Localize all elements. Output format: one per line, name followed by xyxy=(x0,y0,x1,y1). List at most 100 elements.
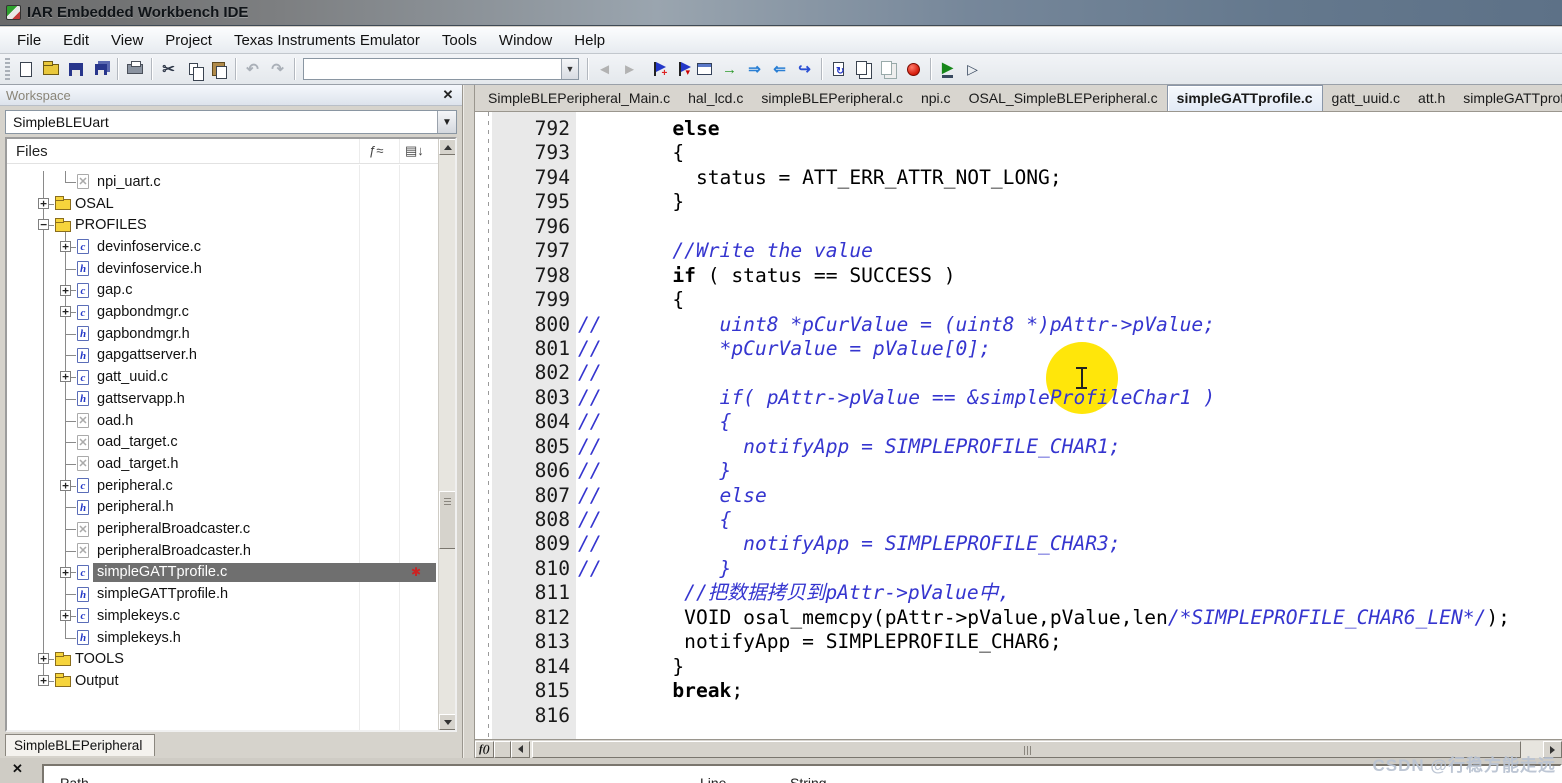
copy-button[interactable] xyxy=(181,58,206,81)
tree-item-gapgattserver-h[interactable]: h gapgattserver.h xyxy=(7,345,438,367)
file-options-icon[interactable]: ▤↓ xyxy=(405,143,424,159)
tree-item-gattservapp-h[interactable]: h gattservapp.h xyxy=(7,388,438,410)
panel-splitter[interactable] xyxy=(463,85,475,758)
next-bookmark-button[interactable] xyxy=(667,58,692,81)
cut-button[interactable]: ✂ xyxy=(156,58,181,81)
go-button[interactable]: → xyxy=(717,58,742,81)
scrollbar-thumb[interactable] xyxy=(439,491,455,549)
tree-item-oad-h[interactable]: ✕ oad.h xyxy=(7,410,438,432)
workspace-tab-simplebleperipheral[interactable]: SimpleBLEPeripheral xyxy=(5,734,156,756)
tree-item-gapbondmgr-h[interactable]: h gapbondmgr.h xyxy=(7,323,438,345)
goto-window-button[interactable] xyxy=(692,58,717,81)
combo-dropdown-icon[interactable]: ▼ xyxy=(561,59,578,79)
stop-build-button[interactable] xyxy=(901,58,926,81)
menu-item-texas-instruments-emulator[interactable]: Texas Instruments Emulator xyxy=(223,29,431,52)
find-previous-button[interactable]: ◄ xyxy=(592,58,617,81)
workspace-close-icon[interactable]: ✕ xyxy=(440,87,456,103)
tree-item-gatt-uuid-c[interactable]: + c gatt_uuid.c xyxy=(7,366,438,388)
save-button[interactable] xyxy=(63,58,88,81)
collapse-icon[interactable]: − xyxy=(38,219,49,231)
function-sort-icon[interactable]: ƒ≈ xyxy=(369,143,383,158)
menu-item-tools[interactable]: Tools xyxy=(431,29,488,52)
menu-item-help[interactable]: Help xyxy=(563,29,616,52)
browse-back-button[interactable]: ⇐ xyxy=(767,58,792,81)
redo-button[interactable]: ↷ xyxy=(265,58,290,81)
menu-item-project[interactable]: Project xyxy=(154,29,223,52)
bookmark-margin-button[interactable] xyxy=(494,740,511,758)
undo-button[interactable]: ↶ xyxy=(240,58,265,81)
new-file-button[interactable] xyxy=(13,58,38,81)
tree-item-simplegattprofile-h[interactable]: h simpleGATTprofile.h xyxy=(7,583,438,605)
tree-item-simplegattprofile-c[interactable]: + c simpleGATTprofile.c ✱ xyxy=(7,562,438,584)
debug-without-download-button[interactable]: ▷ xyxy=(960,58,985,81)
scroll-left-button[interactable] xyxy=(511,740,530,758)
project-config-select[interactable]: SimpleBLEUart ▼ xyxy=(5,110,457,134)
combo-dropdown-icon[interactable]: ▼ xyxy=(437,111,456,133)
tree-item-npi-uart-c[interactable]: ✕ npi_uart.c xyxy=(7,171,438,193)
tree-item-peripheralbroadcaster-c[interactable]: ✕ peripheralBroadcaster.c xyxy=(7,518,438,540)
toggle-bookmark-button[interactable] xyxy=(642,58,667,81)
code-editor[interactable]: 792 else 793 {794 status = ATT_ERR_ATTR_N… xyxy=(475,112,1562,739)
tab-simplebleperipheral-c[interactable]: simpleBLEPeripheral.c xyxy=(752,86,912,111)
paste-button[interactable] xyxy=(206,58,231,81)
find-combobox[interactable]: ▼ xyxy=(303,58,579,80)
menu-item-view[interactable]: View xyxy=(100,29,154,52)
download-debug-button[interactable]: ▶ xyxy=(935,58,960,81)
tree-item-peripheral-c[interactable]: + c peripheral.c xyxy=(7,475,438,497)
expand-icon[interactable]: + xyxy=(60,241,71,253)
tab-simplebleperipheral-main-c[interactable]: SimpleBLEPeripheral_Main.c xyxy=(479,86,679,111)
expand-icon[interactable]: + xyxy=(38,653,49,665)
code-text: // { xyxy=(578,508,731,532)
workspace-scrollbar[interactable] xyxy=(438,139,455,730)
tab-npi-c[interactable]: npi.c xyxy=(912,86,960,111)
tree-connector xyxy=(71,312,76,314)
tree-item-oad-target-h[interactable]: ✕ oad_target.h xyxy=(7,453,438,475)
tab-simplegattprofile-h[interactable]: simpleGATTprofile.h xyxy=(1454,86,1562,111)
tab-gatt-uuid-c[interactable]: gatt_uuid.c xyxy=(1323,86,1410,111)
expand-icon[interactable]: + xyxy=(60,306,71,318)
tree-item-profiles[interactable]: − PROFILES xyxy=(7,214,438,236)
open-header-source-button[interactable]: ↪ xyxy=(792,58,817,81)
menu-item-file[interactable]: File xyxy=(6,29,52,52)
expand-icon[interactable]: + xyxy=(60,284,71,296)
tree-item-peripheralbroadcaster-h[interactable]: ✕ peripheralBroadcaster.h xyxy=(7,540,438,562)
find-next-button[interactable]: ► xyxy=(617,58,642,81)
expand-icon[interactable]: + xyxy=(60,566,71,578)
function-list-button[interactable]: f() xyxy=(475,740,494,758)
browse-forward-button[interactable]: ⇒ xyxy=(742,58,767,81)
tree-item-peripheral-h[interactable]: h peripheral.h xyxy=(7,497,438,519)
scroll-up-button[interactable] xyxy=(439,139,455,155)
expand-icon[interactable]: + xyxy=(60,610,71,621)
tree-item-output[interactable]: + Output xyxy=(7,670,438,692)
scroll-down-button[interactable] xyxy=(439,714,455,730)
compile-button[interactable] xyxy=(826,58,851,81)
tab-simplegattprofile-c[interactable]: simpleGATTprofile.c xyxy=(1166,85,1323,111)
make-button[interactable] xyxy=(851,58,876,81)
expand-icon[interactable]: + xyxy=(38,197,49,209)
tree-item-tools[interactable]: + TOOLS xyxy=(7,648,438,670)
expand-icon[interactable]: + xyxy=(60,479,71,491)
tree-item-osal[interactable]: + OSAL xyxy=(7,193,438,215)
stop-build-disabled-button[interactable] xyxy=(876,58,901,81)
expand-icon[interactable]: + xyxy=(60,371,71,383)
tree-item-simplekeys-c[interactable]: + c simplekeys.c xyxy=(7,605,438,627)
tab-hal-lcd-c[interactable]: hal_lcd.c xyxy=(679,86,752,111)
plain-text: { xyxy=(578,288,685,312)
menu-item-window[interactable]: Window xyxy=(488,29,563,52)
menu-item-edit[interactable]: Edit xyxy=(52,29,100,52)
tree-item-label: PROFILES xyxy=(75,217,147,234)
tab-att-h[interactable]: att.h xyxy=(1409,86,1454,111)
tree-item-gap-c[interactable]: + c gap.c xyxy=(7,280,438,302)
tree-item-simplekeys-h[interactable]: h simplekeys.h xyxy=(7,627,438,649)
tree-item-gapbondmgr-c[interactable]: + c gapbondmgr.c xyxy=(7,301,438,323)
folder-icon xyxy=(55,673,71,688)
tree-item-devinfoservice-h[interactable]: h devinfoservice.h xyxy=(7,258,438,280)
save-all-button[interactable] xyxy=(88,58,113,81)
print-button[interactable] xyxy=(122,58,147,81)
tree-item-devinfoservice-c[interactable]: + c devinfoservice.c xyxy=(7,236,438,258)
open-file-button[interactable] xyxy=(38,58,63,81)
expand-icon[interactable]: + xyxy=(38,675,49,687)
tab-osal-simplebleperipheral-c[interactable]: OSAL_SimpleBLEPeripheral.c xyxy=(960,86,1167,111)
tree-item-oad-target-c[interactable]: ✕ oad_target.c xyxy=(7,431,438,453)
output-close-icon[interactable]: ✕ xyxy=(12,761,23,777)
